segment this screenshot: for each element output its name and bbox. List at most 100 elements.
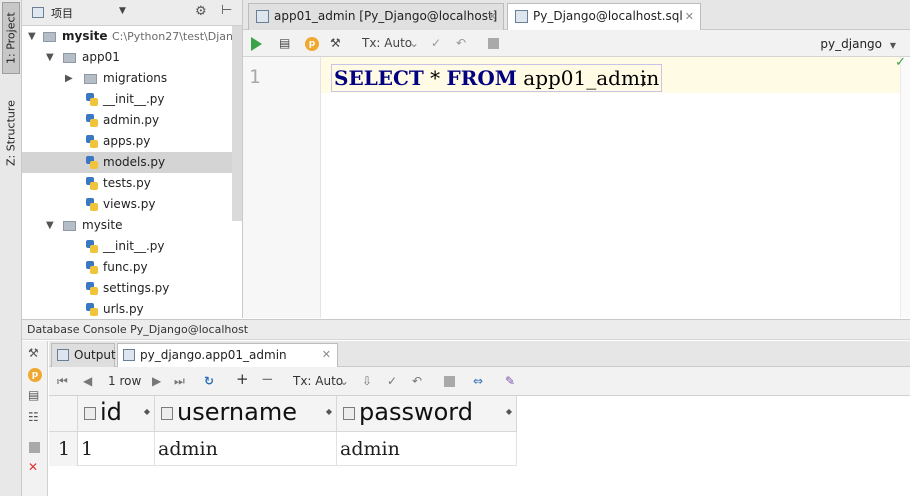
- tree-item-func-py[interactable]: func.py: [22, 257, 242, 278]
- tree-item-migrations[interactable]: ▶ migrations: [22, 68, 242, 89]
- tab-output[interactable]: Output: [51, 343, 116, 367]
- tree-item-app01[interactable]: ▼ app01: [22, 47, 242, 68]
- pin-icon[interactable]: ✎: [505, 373, 515, 389]
- delete-row-icon[interactable]: −: [261, 371, 274, 387]
- tree-item-label: settings.py: [103, 281, 170, 295]
- commit-icon[interactable]: ✓: [431, 35, 441, 51]
- settings-wrench-icon[interactable]: ⚒: [28, 346, 39, 360]
- project-tool-tab[interactable]: 1: Project: [2, 2, 20, 74]
- chevron-down-icon: ▼: [889, 41, 896, 50]
- execute-icon[interactable]: [251, 37, 262, 51]
- sql-editor[interactable]: 1 SELECT * FROM app01_admin ; ✓: [243, 55, 910, 318]
- project-view-label[interactable]: 项目: [51, 5, 73, 21]
- stop-icon[interactable]: [29, 442, 40, 453]
- tree-item-admin-py[interactable]: admin.py: [22, 110, 242, 131]
- structure-tool-tab[interactable]: Z: Structure: [2, 92, 20, 174]
- explain-plan-icon[interactable]: ▤: [279, 35, 290, 51]
- layout-icon[interactable]: ☷: [28, 410, 39, 424]
- stop-icon[interactable]: [444, 376, 455, 387]
- column-header-id[interactable]: id ◆: [78, 396, 155, 432]
- sort-icon[interactable]: ◆: [506, 407, 512, 416]
- schema-label: py_django: [820, 37, 883, 51]
- chevron-right-icon[interactable]: ▶: [65, 68, 73, 89]
- first-page-icon[interactable]: ⏮: [57, 373, 68, 389]
- chevron-down-icon[interactable]: ▼: [46, 215, 54, 236]
- tree-item-label: admin.py: [103, 113, 160, 127]
- last-page-icon[interactable]: ⏭: [174, 373, 185, 389]
- tx-mode-dropdown[interactable]: Tx: Auto: [293, 373, 343, 389]
- gear-icon[interactable]: ⚙: [195, 4, 207, 19]
- chevron-down-icon[interactable]: ⌄: [409, 35, 419, 51]
- sql-star: *: [430, 66, 441, 90]
- tree-item-mysite[interactable]: ▼ mysite: [22, 215, 242, 236]
- tree-item-views-py[interactable]: views.py: [22, 194, 242, 215]
- editor-tab-bar: app01_admin [Py_Django@localhost] ✕ Py_D…: [243, 0, 910, 30]
- refresh-icon[interactable]: ↻: [204, 373, 214, 389]
- tree-item-settings-py[interactable]: settings.py: [22, 278, 242, 299]
- sort-icon[interactable]: ◆: [144, 407, 150, 416]
- close-icon[interactable]: ✕: [322, 344, 331, 366]
- sql-statement[interactable]: SELECT * FROM app01_admin: [331, 64, 663, 92]
- chevron-down-icon[interactable]: ▼: [119, 6, 126, 16]
- schema-selector[interactable]: py_django ▼: [820, 37, 896, 51]
- commit-icon[interactable]: ✓: [387, 373, 397, 389]
- tx-mode-label: Tx: Auto: [293, 374, 344, 388]
- chevron-down-icon[interactable]: ▼: [28, 26, 36, 47]
- tab-app01-admin[interactable]: app01_admin [Py_Django@localhost] ✕: [248, 3, 504, 30]
- compare-icon[interactable]: ⇔: [473, 373, 483, 389]
- rollback-icon[interactable]: ↶: [412, 373, 422, 389]
- tree-item-label: __init__.py: [103, 92, 165, 106]
- sql-semicolon: ;: [641, 65, 648, 89]
- column-icon: [343, 407, 355, 420]
- submit-icon[interactable]: ⇩: [362, 373, 372, 389]
- settings-wrench-icon[interactable]: ⚒: [330, 35, 341, 51]
- parameters-icon[interactable]: p: [28, 368, 42, 382]
- tree-item-label: tests.py: [103, 176, 151, 190]
- explain-plan-icon[interactable]: ▤: [28, 388, 39, 402]
- close-icon[interactable]: ✕: [685, 4, 694, 29]
- sort-icon[interactable]: ◆: [326, 407, 332, 416]
- tree-item-tests-py[interactable]: tests.py: [22, 173, 242, 194]
- tree-item-label: mysite: [82, 218, 123, 232]
- parameters-icon[interactable]: p: [305, 37, 319, 51]
- python-file-icon: [86, 135, 98, 148]
- tab-result-app01-admin[interactable]: py_django.app01_admin ✕: [117, 343, 338, 367]
- column-header-label: username: [177, 398, 297, 426]
- tree-item-label: urls.py: [103, 302, 144, 316]
- previous-page-icon[interactable]: ◀: [83, 373, 92, 389]
- row-count[interactable]: 1 row: [108, 373, 141, 389]
- rollback-icon[interactable]: ↶: [456, 35, 466, 51]
- chevron-down-icon[interactable]: ▼: [46, 47, 54, 68]
- stop-icon[interactable]: [488, 38, 499, 49]
- tree-item-label: __init__.py: [103, 239, 165, 253]
- python-file-icon: [86, 261, 98, 274]
- chevron-down-icon[interactable]: ⌄: [339, 373, 349, 389]
- line-number: 1: [249, 66, 261, 88]
- tree-item-urls-py[interactable]: urls.py: [22, 299, 242, 318]
- tree-item-init-py[interactable]: __init__.py: [22, 89, 242, 110]
- cell-password[interactable]: admin: [337, 432, 517, 466]
- tree-item-init-py[interactable]: __init__.py: [22, 236, 242, 257]
- cell-username[interactable]: admin: [155, 432, 337, 466]
- row-number[interactable]: 1: [49, 432, 78, 466]
- tab-sql-console[interactable]: Py_Django@localhost.sql ✕: [507, 3, 701, 30]
- tree-item-root[interactable]: ▼ mysite C:\Python27\test\Django: [22, 26, 242, 47]
- table-icon: [123, 349, 135, 361]
- next-page-icon[interactable]: ▶: [152, 373, 161, 389]
- python-file-icon: [86, 240, 98, 253]
- close-icon[interactable]: ✕: [488, 4, 497, 29]
- column-header-username[interactable]: username ◆: [155, 396, 337, 432]
- tx-mode-dropdown[interactable]: Tx: Auto: [362, 35, 412, 51]
- console-title-bar: Database Console Py_Django@localhost: [22, 319, 910, 340]
- project-tree-scrollbar[interactable]: [232, 26, 242, 221]
- tree-item-models-py[interactable]: models.py: [22, 152, 242, 173]
- tab-label: app01_admin [Py_Django@localhost]: [274, 9, 498, 23]
- tree-item-apps-py[interactable]: apps.py: [22, 131, 242, 152]
- cell-id[interactable]: 1: [78, 432, 155, 466]
- project-panel-header: 项目 ▼ ⚙ ⊢: [22, 0, 242, 26]
- add-row-icon[interactable]: +: [236, 371, 249, 387]
- column-header-password[interactable]: password ◆: [337, 396, 517, 432]
- tree-item-label: func.py: [103, 260, 148, 274]
- close-icon[interactable]: ✕: [28, 460, 38, 474]
- hide-panel-icon[interactable]: ⊢: [221, 3, 232, 18]
